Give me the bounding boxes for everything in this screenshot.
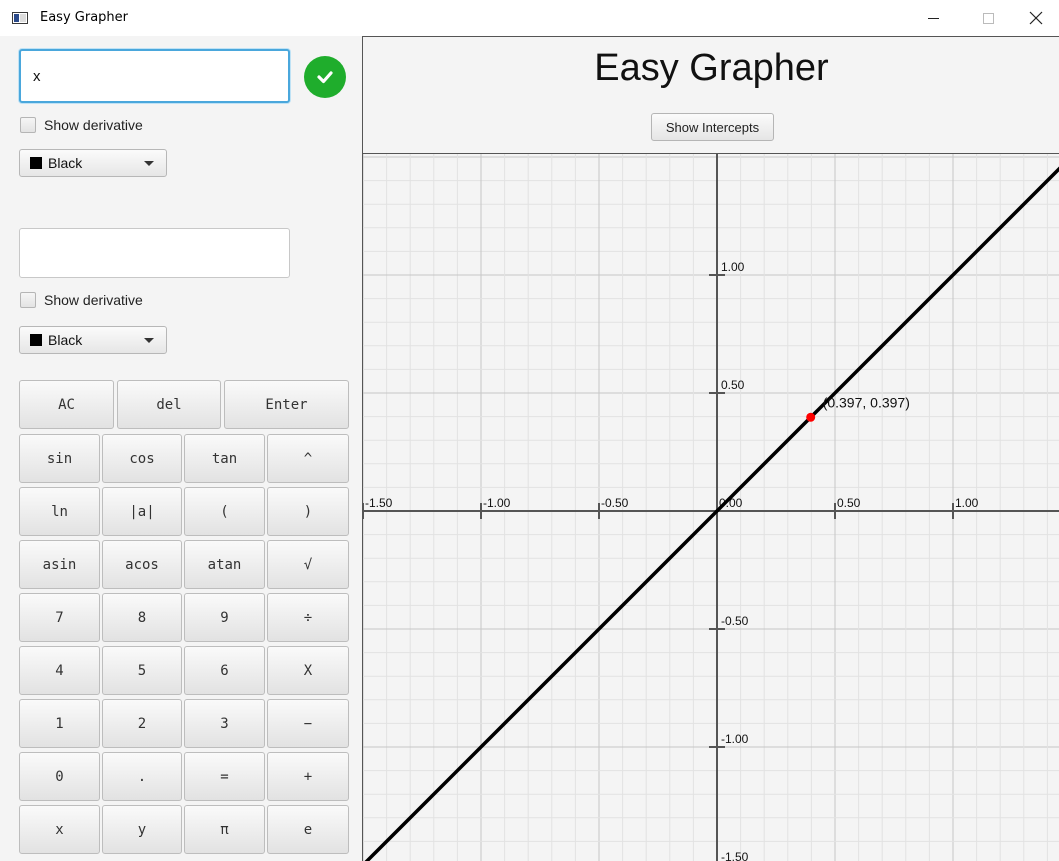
key-button[interactable]: ln xyxy=(19,487,100,536)
minimize-icon xyxy=(927,17,939,19)
key-button[interactable]: 3 xyxy=(184,699,265,748)
key-button[interactable]: 7 xyxy=(19,593,100,642)
function-1-derivative-checkbox[interactable] xyxy=(20,117,36,133)
function-1-derivative-toggle[interactable]: Show derivative xyxy=(20,117,143,133)
key-button[interactable]: π xyxy=(184,805,265,854)
key-button[interactable]: y xyxy=(102,805,182,854)
x-tick-label: -1.50 xyxy=(365,496,393,510)
close-button[interactable] xyxy=(1013,0,1059,36)
x-tick-label: 0.50 xyxy=(837,496,861,510)
function-2-color-label: Black xyxy=(48,332,83,348)
graph-title: Easy Grapher xyxy=(594,47,829,89)
function-1-derivative-label: Show derivative xyxy=(44,117,143,133)
key-button[interactable]: + xyxy=(267,752,349,801)
function-1-input[interactable] xyxy=(19,49,290,103)
trace-point-label: (0.397, 0.397) xyxy=(823,394,910,410)
key-button[interactable]: 8 xyxy=(102,593,182,642)
function-2-color-select[interactable]: Black xyxy=(19,326,167,354)
app-icon xyxy=(12,12,28,24)
key-button[interactable]: cos xyxy=(102,434,182,483)
chevron-down-icon xyxy=(144,161,154,166)
key-button[interactable]: 6 xyxy=(184,646,265,695)
key-button[interactable]: asin xyxy=(19,540,100,589)
key-button[interactable]: 0 xyxy=(19,752,100,801)
x-tick-label: 1.00 xyxy=(955,496,979,510)
function-2-derivative-toggle[interactable]: Show derivative xyxy=(20,292,143,308)
x-tick-label: -1.00 xyxy=(483,496,511,510)
function-panel: Show derivative Black Show derivative Bl… xyxy=(0,36,362,861)
function-2-color-swatch xyxy=(30,334,42,346)
function-1-color-label: Black xyxy=(48,155,83,171)
close-icon xyxy=(1029,11,1043,25)
key-button[interactable]: sin xyxy=(19,434,100,483)
key-button[interactable]: √ xyxy=(267,540,349,589)
maximize-icon xyxy=(982,12,994,24)
key-button[interactable]: AC xyxy=(19,380,114,429)
y-tick-label: 1.00 xyxy=(721,260,745,274)
key-button[interactable]: tan xyxy=(184,434,265,483)
key-button[interactable]: atan xyxy=(184,540,265,589)
x-tick-label: -0.50 xyxy=(601,496,629,510)
title-bar: Easy Grapher xyxy=(0,0,1059,36)
key-button[interactable]: ( xyxy=(184,487,265,536)
graph-header: Easy Grapher Show Intercepts xyxy=(363,36,1059,154)
key-button[interactable]: e xyxy=(267,805,349,854)
key-button[interactable]: Enter xyxy=(224,380,349,429)
function-2-derivative-checkbox[interactable] xyxy=(20,292,36,308)
key-button[interactable]: |a| xyxy=(102,487,182,536)
key-button[interactable]: − xyxy=(267,699,349,748)
key-button[interactable]: ) xyxy=(267,487,349,536)
key-button[interactable]: 5 xyxy=(102,646,182,695)
key-button[interactable]: 4 xyxy=(19,646,100,695)
key-button[interactable]: 9 xyxy=(184,593,265,642)
key-button[interactable]: . xyxy=(102,752,182,801)
key-button[interactable]: ÷ xyxy=(267,593,349,642)
key-button[interactable]: X xyxy=(267,646,349,695)
key-button[interactable]: 1 xyxy=(19,699,100,748)
function-2-derivative-label: Show derivative xyxy=(44,292,143,308)
function-1-color-swatch xyxy=(30,157,42,169)
minimize-button[interactable] xyxy=(910,0,956,36)
y-tick-label: -1.50 xyxy=(721,850,749,861)
key-button[interactable]: acos xyxy=(102,540,182,589)
y-tick-label: -0.50 xyxy=(721,614,749,628)
function-2-input[interactable] xyxy=(19,228,290,278)
key-button[interactable]: x xyxy=(19,805,100,854)
key-button[interactable]: 2 xyxy=(102,699,182,748)
key-button[interactable]: ^ xyxy=(267,434,349,483)
graph-panel: Easy Grapher Show Intercepts -1.50 -1.00 -… xyxy=(362,36,1059,861)
y-tick-label: 0.50 xyxy=(721,378,745,392)
function-1-color-select[interactable]: Black xyxy=(19,149,167,177)
chevron-down-icon xyxy=(144,338,154,343)
key-button[interactable]: del xyxy=(117,380,221,429)
trace-point[interactable] xyxy=(806,412,816,422)
valid-check-icon xyxy=(304,56,346,98)
show-intercepts-button[interactable]: Show Intercepts xyxy=(651,113,774,141)
y-tick-label: -1.00 xyxy=(721,732,749,746)
key-button[interactable]: = xyxy=(184,752,265,801)
graph-canvas[interactable]: -1.50 -1.00 -0.50 0.00 0.50 1.001.000.50-0.50… xyxy=(363,154,1059,861)
maximize-button[interactable] xyxy=(965,0,1011,36)
window-title: Easy Grapher xyxy=(40,10,128,25)
